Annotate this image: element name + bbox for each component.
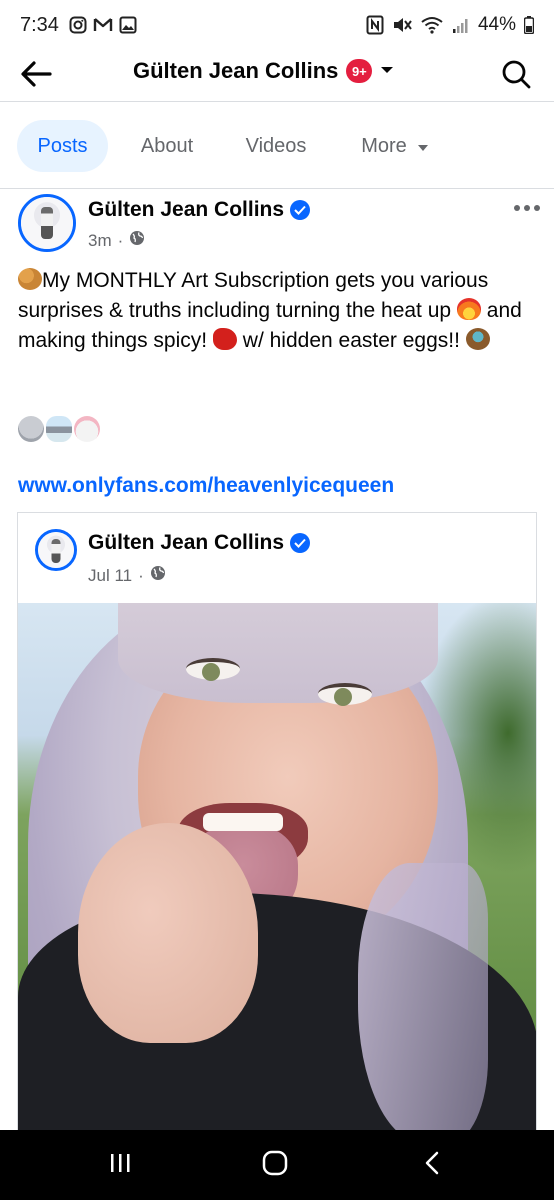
- arrow-left-icon: [20, 60, 52, 93]
- tab-videos[interactable]: Videos: [228, 120, 324, 172]
- meta-separator: ·: [117, 230, 124, 250]
- avatar-image: [21, 197, 73, 249]
- battery-icon: [524, 16, 534, 34]
- home-icon: [262, 1150, 288, 1181]
- chili-pepper-emoji: [212, 328, 237, 350]
- tabs-divider: [0, 188, 554, 189]
- post-photo[interactable]: [18, 603, 536, 1132]
- tab-label: Videos: [245, 134, 307, 157]
- verified-badge-icon: [290, 533, 311, 553]
- avatar[interactable]: [18, 194, 76, 252]
- signal-icon: [452, 16, 470, 34]
- recent-apps-button[interactable]: [100, 1148, 140, 1182]
- rabbit-emoji: [74, 416, 100, 442]
- search-button[interactable]: [496, 56, 536, 96]
- status-bar: 7:34 44%: [0, 0, 554, 50]
- tab-label: Posts: [37, 134, 88, 157]
- status-time: 7:34: [20, 13, 59, 36]
- post-text: My MONTHLY Art Subscription gets you var…: [18, 266, 540, 356]
- post-author-name: Gülten Jean Collins: [88, 198, 285, 221]
- avatar-image: [38, 532, 74, 568]
- fire-emoji: [456, 298, 481, 320]
- nav-back-button[interactable]: [412, 1148, 452, 1182]
- photo-eye-right: [318, 683, 372, 706]
- shared-author-name: Gülten Jean Collins: [88, 531, 285, 554]
- post-options-button[interactable]: [507, 194, 547, 222]
- shared-post-card[interactable]: Gülten Jean Collins Jul 11 ·: [17, 512, 537, 1132]
- post-author[interactable]: Gülten Jean Collins: [88, 198, 311, 222]
- post-time[interactable]: 3m: [88, 231, 112, 251]
- photo-teeth: [203, 813, 283, 831]
- shared-avatar[interactable]: [35, 529, 77, 571]
- palette-emoji: [18, 268, 42, 290]
- globe-icon: [150, 565, 166, 586]
- post-meta: 3m ·: [88, 230, 145, 251]
- status-left-icons: [69, 16, 137, 34]
- notification-badge: 9+: [346, 59, 373, 83]
- emoji-line: [18, 416, 100, 442]
- gmail-icon: [93, 17, 113, 33]
- nest-eggs-emoji: [465, 328, 490, 350]
- tab-label: About: [140, 134, 194, 157]
- back-button[interactable]: [16, 56, 56, 96]
- shared-post-date[interactable]: Jul 11: [88, 566, 132, 586]
- dot-icon: [534, 205, 540, 211]
- verified-badge-icon: [290, 200, 311, 220]
- globe-icon: [129, 230, 145, 251]
- tab-label: More: [361, 134, 407, 157]
- tab-more[interactable]: More: [342, 120, 448, 172]
- back-icon: [424, 1151, 440, 1180]
- dot-icon: [524, 205, 530, 211]
- wifi-icon: [420, 16, 444, 34]
- shared-post-author[interactable]: Gülten Jean Collins: [88, 531, 311, 555]
- home-button[interactable]: [255, 1148, 295, 1182]
- photo-hair-strands: [358, 863, 488, 1132]
- post-link[interactable]: www.onlyfans.com/heavenlyicequeen: [18, 474, 394, 498]
- meta-separator: ·: [138, 565, 144, 585]
- status-right-icons: 44%: [366, 14, 534, 36]
- chevron-down-icon: [380, 62, 394, 80]
- gallery-icon: [119, 16, 137, 34]
- photo-bangs: [118, 603, 438, 703]
- mute-icon: [392, 16, 412, 34]
- post-text-line3: w/ hidden easter eggs!!: [242, 329, 460, 352]
- instagram-icon: [69, 16, 87, 34]
- battery-percent: 44%: [477, 14, 516, 35]
- android-nav-bar: [0, 1130, 554, 1200]
- recent-apps-icon: [108, 1152, 132, 1179]
- nfc-icon: [366, 15, 384, 35]
- chevron-down-icon: [417, 135, 429, 158]
- profile-tabs: Posts About Videos More: [0, 118, 554, 174]
- dot-icon: [514, 205, 520, 211]
- alien-emoji: [18, 416, 44, 442]
- photo-eye-left: [186, 658, 240, 681]
- photo-hand: [78, 823, 258, 1043]
- page-header: Gülten Jean Collins 9+: [0, 50, 554, 102]
- page-title-dropdown[interactable]: Gülten Jean Collins 9+: [133, 58, 394, 84]
- tab-posts[interactable]: Posts: [17, 120, 108, 172]
- search-icon: [501, 59, 531, 94]
- page-title: Gülten Jean Collins: [133, 58, 339, 83]
- shared-post-meta: Jul 11 ·: [88, 565, 166, 586]
- ufo-emoji: [46, 416, 72, 442]
- post-text-line1: My MONTHLY Art Subscription gets you var…: [18, 269, 489, 322]
- header-divider: [0, 101, 554, 102]
- tab-about[interactable]: About: [124, 120, 210, 172]
